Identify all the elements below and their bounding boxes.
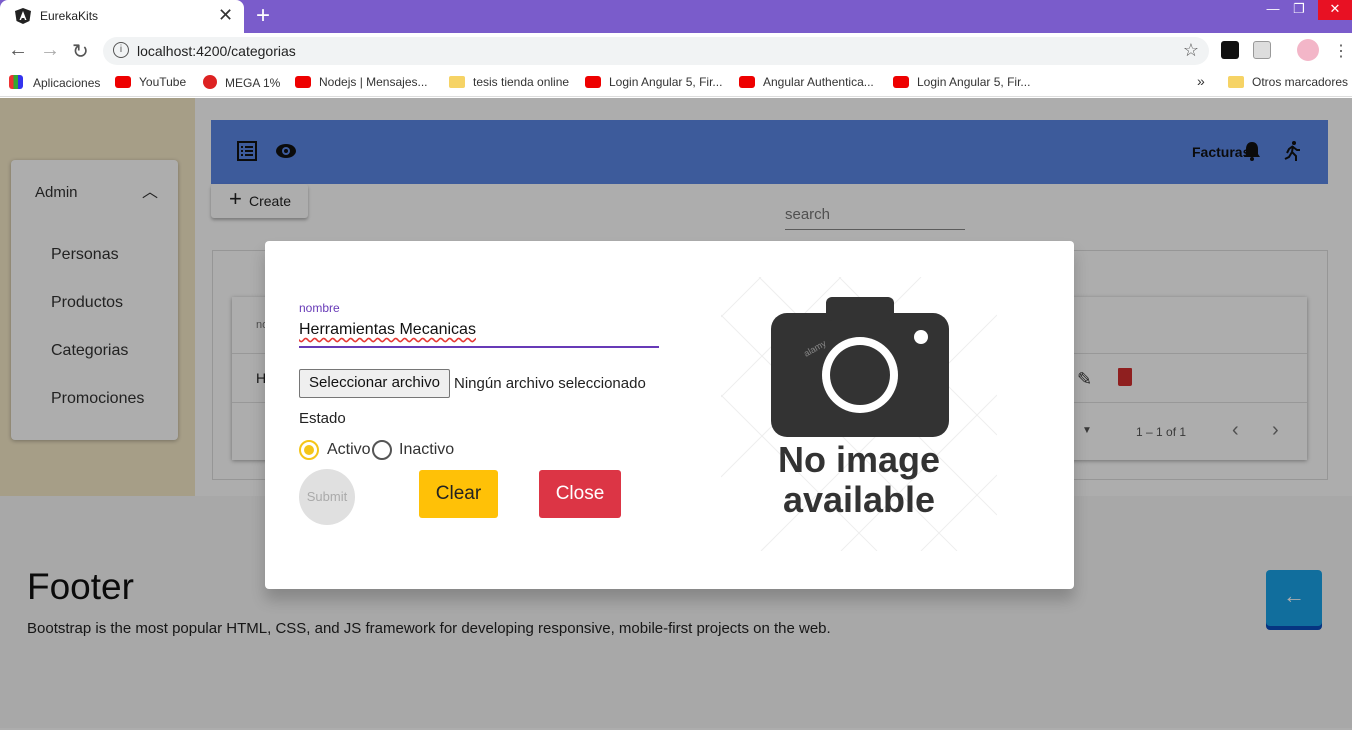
nombre-value: Herramientas Mecanicas xyxy=(299,321,476,338)
mega-icon xyxy=(203,75,217,89)
new-tab-icon[interactable]: + xyxy=(256,2,270,30)
browser-toolbar: ← → ↻ i localhost:4200/categorias ☆ ⋮ xyxy=(0,33,1352,69)
more-bookmarks-icon[interactable]: » xyxy=(1197,73,1205,89)
browser-tab-strip: EurekaKits ✕ + — ❐ ✕ xyxy=(0,0,1352,33)
bookmark-star-icon[interactable]: ☆ xyxy=(1183,40,1199,61)
bookmarks-bar: Aplicaciones YouTube MEGA 1% Nodejs | Me… xyxy=(0,69,1352,97)
nombre-input[interactable]: Herramientas Mecanicas xyxy=(299,321,659,348)
extension-icon[interactable] xyxy=(1221,41,1239,59)
estado-label: Estado xyxy=(299,410,346,427)
bookmark-nodejs[interactable]: Nodejs | Mensajes... xyxy=(295,75,428,89)
info-icon[interactable]: i xyxy=(113,42,129,58)
back-arrow-icon[interactable]: ← xyxy=(8,39,28,62)
radio-inactivo-label[interactable]: Inactivo xyxy=(399,441,454,459)
bookmark-tesis[interactable]: tesis tienda online xyxy=(449,75,569,89)
youtube-icon xyxy=(893,76,909,88)
bookmark-apps[interactable]: Aplicaciones xyxy=(9,75,100,90)
folder-icon xyxy=(449,76,465,88)
no-image-text: No image xyxy=(777,439,941,480)
close-tab-icon[interactable]: ✕ xyxy=(218,5,233,26)
apps-grid-icon xyxy=(9,75,23,89)
browser-tab[interactable]: EurekaKits ✕ xyxy=(0,0,244,33)
bookmark-login-angular-1[interactable]: Login Angular 5, Fir... xyxy=(585,75,722,89)
bookmark-youtube[interactable]: YouTube xyxy=(115,75,186,89)
file-status: Ningún archivo seleccionado xyxy=(454,375,646,392)
radio-inactivo[interactable] xyxy=(372,440,392,460)
menu-kebab-icon[interactable]: ⋮ xyxy=(1333,41,1349,61)
youtube-icon xyxy=(115,76,131,88)
clear-button[interactable]: Clear xyxy=(419,470,498,518)
no-image-placeholder: alamy No image available xyxy=(721,277,997,551)
address-bar[interactable]: i localhost:4200/categorias ☆ xyxy=(103,37,1209,65)
bookmark-mega[interactable]: MEGA 1% xyxy=(203,75,280,90)
nombre-label: nombre xyxy=(299,301,340,315)
restore-icon[interactable]: ❐ xyxy=(1282,0,1316,20)
youtube-icon xyxy=(295,76,311,88)
profile-avatar[interactable] xyxy=(1297,39,1319,61)
bookmark-other[interactable]: Otros marcadores xyxy=(1228,75,1348,89)
tab-title: EurekaKits xyxy=(40,9,99,23)
reload-icon[interactable]: ↻ xyxy=(72,39,89,64)
submit-button[interactable]: Submit xyxy=(299,469,355,525)
app-viewport: Admin ︿ Personas Productos Categorias Pr… xyxy=(0,98,1352,730)
folder-icon xyxy=(1228,76,1244,88)
youtube-icon xyxy=(585,76,601,88)
close-button[interactable]: Close xyxy=(539,470,621,518)
radio-activo[interactable] xyxy=(299,440,319,460)
url-text[interactable]: localhost:4200/categorias xyxy=(137,43,296,59)
angular-icon xyxy=(15,8,31,24)
radio-activo-label[interactable]: Activo xyxy=(327,441,371,459)
bookmark-login-angular-2[interactable]: Login Angular 5, Fir... xyxy=(893,75,1030,89)
bookmark-angular-auth[interactable]: Angular Authentica... xyxy=(739,75,874,89)
forward-arrow-icon[interactable]: → xyxy=(40,39,60,62)
available-text: available xyxy=(782,479,936,520)
window-close-icon[interactable]: ✕ xyxy=(1318,0,1352,20)
file-select-button[interactable]: Seleccionar archivo xyxy=(299,369,450,398)
extension-s-icon[interactable] xyxy=(1253,41,1271,59)
youtube-icon xyxy=(739,76,755,88)
categoria-dialog: nombre Herramientas Mecanicas Selecciona… xyxy=(265,241,1074,589)
